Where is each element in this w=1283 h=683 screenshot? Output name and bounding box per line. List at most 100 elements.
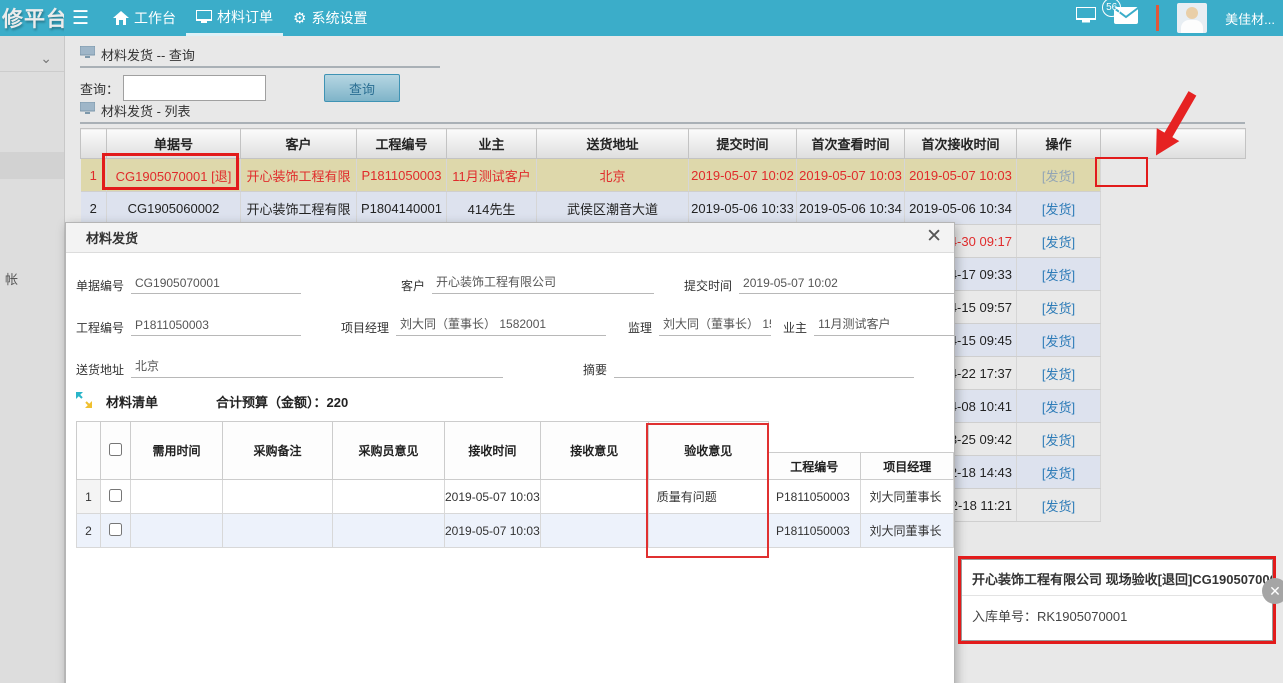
notification-body: 入库单号：RK1905070001 [962,596,1272,635]
col-address[interactable]: 送货地址 [537,129,689,159]
cell-action: [发货] [1017,225,1101,258]
ship-link[interactable]: [发货] [1042,466,1075,481]
col-owner[interactable]: 业主 [447,129,537,159]
row-checkbox[interactable] [109,523,122,536]
cell-owner: 414先生 [447,192,537,225]
col-first-receive-time[interactable]: 首次接收时间 [905,129,1017,159]
avatar[interactable] [1177,3,1207,33]
nav-label: 系统设置 [312,8,368,28]
col-submit-time[interactable]: 提交时间 [689,129,797,159]
nav-material-orders[interactable]: 材料订单 [186,0,283,36]
ship-link[interactable]: [发货] [1042,202,1075,217]
table-header-row: 单据号 客户 工程编号 业主 送货地址 提交时间 首次查看时间 首次接收时间 操… [81,129,1246,159]
monitor-icon[interactable] [1076,7,1096,29]
col-project-manager[interactable]: 项目经理 [861,453,954,480]
cell-filler [1101,159,1246,192]
ship-link[interactable]: [发货] [1042,235,1075,250]
cell-action: [发货] [1017,390,1101,423]
grid-row[interactable]: 1 2019-05-07 10:03 质量有问题 [77,480,769,514]
nav-workbench[interactable]: 工作台 [103,0,186,36]
topbar: 修平台 ☰ 工作台 材料订单 ⚙ 系统设置 56 美佳材... [0,0,1283,36]
grid-row[interactable]: P1811050003 刘大同董事长 [768,480,954,514]
grid-row[interactable]: P1811050003 刘大同董事长 [768,514,954,548]
monitor-icon [80,102,95,118]
col-purchase-note[interactable]: 采购备注 [223,422,333,480]
cell-receive-opinion [540,514,648,548]
col-receive-opinion[interactable]: 接收意见 [540,422,648,480]
cell-project-no: P1811050003 [768,480,861,514]
table-row[interactable]: 1 CG1905070001 [退] 开心装饰工程有限 P1811050003 … [81,159,1246,192]
ship-link[interactable]: [发货] [1042,268,1075,283]
col-inspect-opinion[interactable]: 验收意见 [648,422,768,480]
cell-rownum: 1 [81,159,107,192]
cell-project-manager: 刘大同董事长 [861,480,954,514]
col-project-no[interactable]: 工程编号 [768,453,861,480]
owner-field[interactable]: 11月测试客户 [814,315,955,336]
field-label: 提交时间 [684,277,732,294]
grid-row[interactable]: 2 2019-05-07 10:03 [77,514,769,548]
notification-popup[interactable]: 开心装饰工程有限公司 现场验收[退回]CG1905070001 入库单号：RK1… [961,559,1273,641]
ship-link[interactable]: [发货] [1042,400,1075,415]
customer-field[interactable]: 开心装饰工程有限公司 [432,273,654,294]
cell-filler [1101,258,1246,291]
ship-link[interactable]: [发货] [1042,334,1075,349]
grid-header-row: 需用时间 采购备注 采购员意见 接收时间 接收意见 验收意见 [77,422,769,480]
resize-arrows-icon[interactable] [76,392,92,411]
cell-filler [1101,489,1246,522]
section-title: 材料发货 - 列表 [101,101,191,120]
sidebar-item-account[interactable]: 帐 [5,269,18,288]
cell-receive-time: 2019-05-07 10:03 [445,480,541,514]
list-section-header: 材料发货 - 列表 [80,98,1245,124]
close-icon[interactable]: ✕ [1262,578,1283,604]
cell-first-receive-time: 2019-05-07 10:03 [905,159,1017,192]
order-no-field[interactable]: CG1905070001 [131,276,301,294]
cell-checkbox [101,480,131,514]
nav-settings[interactable]: ⚙ 系统设置 [283,0,377,36]
cell-checkbox [101,514,131,548]
home-icon [113,11,129,25]
submit-time-field[interactable]: 2019-05-07 10:02 [739,276,955,294]
col-order-no[interactable]: 单据号 [107,129,241,159]
menu-icon[interactable]: ☰ [72,7,89,30]
cell-action: [发货] [1017,324,1101,357]
col-customer[interactable]: 客户 [241,129,357,159]
username[interactable]: 美佳材... [1225,9,1275,28]
project-manager-field[interactable]: 刘大同（董事长） 1582001 [396,315,606,336]
col-receive-time[interactable]: 接收时间 [445,422,541,480]
monitor-icon [80,46,95,62]
dialog-header[interactable]: 材料发货 ✕ [66,223,954,253]
supervisor-field[interactable]: 刘大同（董事长） 15 [659,315,771,336]
col-need-time[interactable]: 需用时间 [131,422,223,480]
project-no-field[interactable]: P1811050003 [131,318,301,336]
ship-link[interactable]: [发货] [1042,367,1075,382]
cell-rownum: 1 [77,480,101,514]
ship-link[interactable]: [发货] [1042,169,1075,184]
col-first-view-time[interactable]: 首次查看时间 [797,129,905,159]
cell-action: [发货] [1017,258,1101,291]
cell-receive-opinion [540,480,648,514]
cell-action: [发货] [1017,357,1101,390]
col-project-no[interactable]: 工程编号 [357,129,447,159]
ship-link[interactable]: [发货] [1042,433,1075,448]
col-action[interactable]: 操作 [1017,129,1101,159]
row-checkbox[interactable] [109,489,122,502]
table-row[interactable]: 2 CG1905060002 开心装饰工程有限 P1804140001 414先… [81,192,1246,225]
cell-filler [1101,357,1246,390]
field-label: 送货地址 [76,361,124,378]
cell-purchaser-opinion [333,480,445,514]
address-field[interactable]: 北京 [131,357,503,378]
select-all-checkbox[interactable] [109,443,122,456]
ship-link[interactable]: [发货] [1042,499,1075,514]
cell-rownum: 2 [77,514,101,548]
divider [0,71,64,72]
ship-link[interactable]: [发货] [1042,301,1075,316]
messages-button[interactable]: 56 [1114,7,1138,29]
close-icon[interactable]: ✕ [926,225,942,248]
sidebar-item-band[interactable] [0,152,64,179]
chevron-down-icon[interactable]: ⌄ [40,50,52,67]
cell-action: [发货] [1017,159,1101,192]
notification-title: 开心装饰工程有限公司 现场验收[退回]CG1905070001 [962,560,1272,596]
cell-address: 北京 [537,159,689,192]
col-purchaser-opinion[interactable]: 采购员意见 [333,422,445,480]
summary-field[interactable] [614,374,914,378]
